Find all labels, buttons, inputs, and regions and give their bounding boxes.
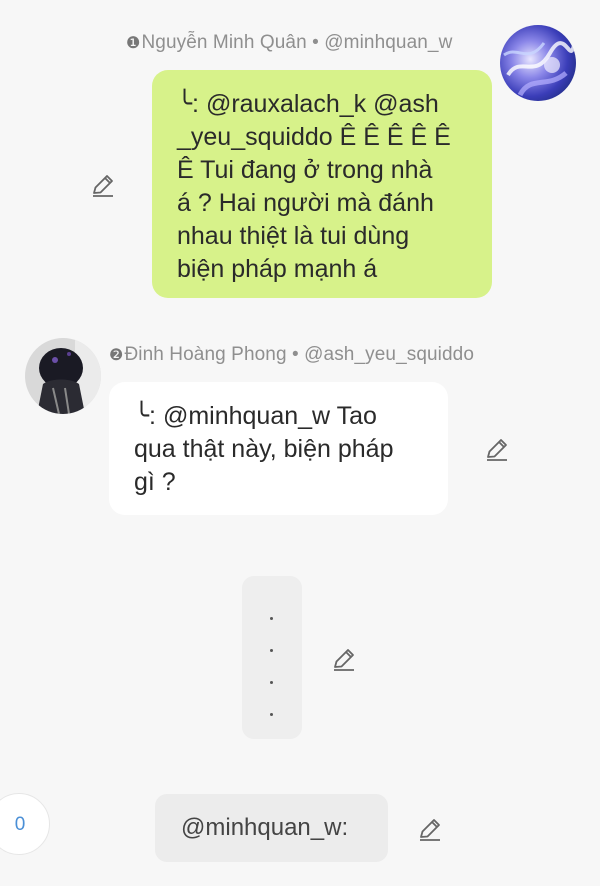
message-line: nhau thiệt là tui dùng — [177, 222, 410, 250]
message-bubble-2[interactable]: ╰: @minhquan_w Tao qua thật này, biện ph… — [109, 382, 448, 515]
count-badge-value: 0 — [14, 814, 26, 835]
message-line: biện pháp mạnh á — [177, 255, 378, 283]
message-2-sender: ❷Đinh Hoàng Phong • @ash_yeu_squiddo — [109, 344, 474, 366]
message-line: ╰: @rauxalach_k @ash — [177, 90, 439, 118]
composer-text: @minhquan_w: — [181, 814, 349, 841]
sender-separator: • — [306, 32, 325, 53]
message-1-sender: ❶Nguyễn Minh Quân • @minhquan_w — [126, 32, 452, 54]
message-line: gì ? — [134, 468, 176, 496]
pencil-icon[interactable] — [484, 436, 510, 462]
pencil-icon[interactable] — [90, 172, 116, 198]
dot — [270, 713, 273, 716]
pencil-icon[interactable] — [417, 816, 443, 842]
pencil-icon[interactable] — [331, 646, 357, 672]
dot — [270, 681, 273, 684]
avatar-minhquan[interactable] — [500, 25, 576, 101]
dot — [270, 617, 273, 620]
sender-handle-2[interactable]: @ash_yeu_squiddo — [304, 344, 474, 365]
sender-name-2[interactable]: Đinh Hoàng Phong — [124, 344, 286, 365]
message-line: qua thật này, biện pháp — [134, 435, 394, 463]
composer-draft[interactable]: @minhquan_w: — [155, 794, 388, 862]
message-line: á ? Hai người mà đánh — [177, 189, 434, 217]
sender-name-1[interactable]: Nguyễn Minh Quân — [141, 32, 306, 53]
rank-badge-2: ❷ — [109, 347, 124, 364]
message-bubble-1[interactable]: ╰: @rauxalach_k @ash _yeu_squiddo Ê Ê Ê … — [152, 70, 492, 298]
count-badge[interactable]: 0 — [0, 793, 50, 855]
sender-separator: • — [286, 344, 305, 365]
message-line: ╰: @minhquan_w Tao — [134, 402, 377, 430]
message-line: _yeu_squiddo Ê Ê Ê Ê Ê — [177, 123, 451, 151]
message-line: Ê Tui đang ở trong nhà — [177, 156, 433, 184]
avatar-hoangphong[interactable] — [25, 338, 101, 414]
sender-handle-1[interactable]: @minhquan_w — [324, 32, 452, 53]
rank-badge-1: ❶ — [126, 35, 141, 52]
dot — [270, 649, 273, 652]
